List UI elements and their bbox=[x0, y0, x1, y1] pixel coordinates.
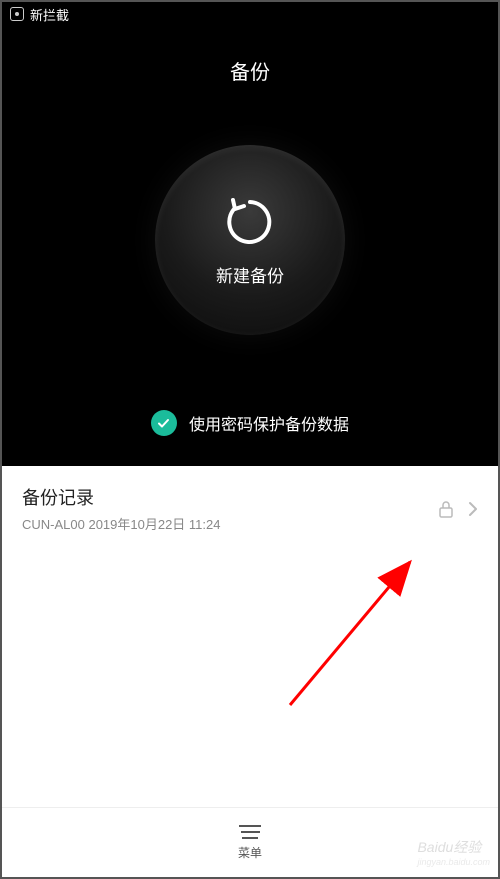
hamburger-icon bbox=[239, 825, 261, 839]
page-title: 备份 bbox=[230, 56, 270, 85]
record-title: 备份记录 bbox=[22, 484, 221, 510]
notification-text: 新拦截 bbox=[30, 5, 69, 24]
menu-label: 菜单 bbox=[238, 844, 262, 861]
notification-icon bbox=[10, 7, 24, 21]
status-bar: 新拦截 bbox=[2, 2, 498, 26]
check-icon bbox=[151, 410, 177, 436]
backup-panel: 备份 新建备份 使用密码保护备份数据 bbox=[2, 26, 498, 466]
password-protect-label: 使用密码保护备份数据 bbox=[189, 411, 349, 435]
record-subtitle: CUN-AL00 2019年10月22日 11:24 bbox=[22, 514, 221, 533]
bottom-section: 备份记录 CUN-AL00 2019年10月22日 11:24 菜单 bbox=[2, 466, 498, 877]
password-protect-toggle[interactable]: 使用密码保护备份数据 bbox=[151, 410, 349, 436]
menu-button[interactable]: 菜单 bbox=[2, 807, 498, 877]
new-backup-button[interactable]: 新建备份 bbox=[155, 145, 345, 335]
new-backup-label: 新建备份 bbox=[216, 262, 284, 287]
chevron-right-icon bbox=[468, 501, 478, 517]
refresh-icon bbox=[222, 194, 278, 250]
lock-icon bbox=[438, 500, 454, 518]
backup-record-item[interactable]: 备份记录 CUN-AL00 2019年10月22日 11:24 bbox=[2, 466, 498, 551]
